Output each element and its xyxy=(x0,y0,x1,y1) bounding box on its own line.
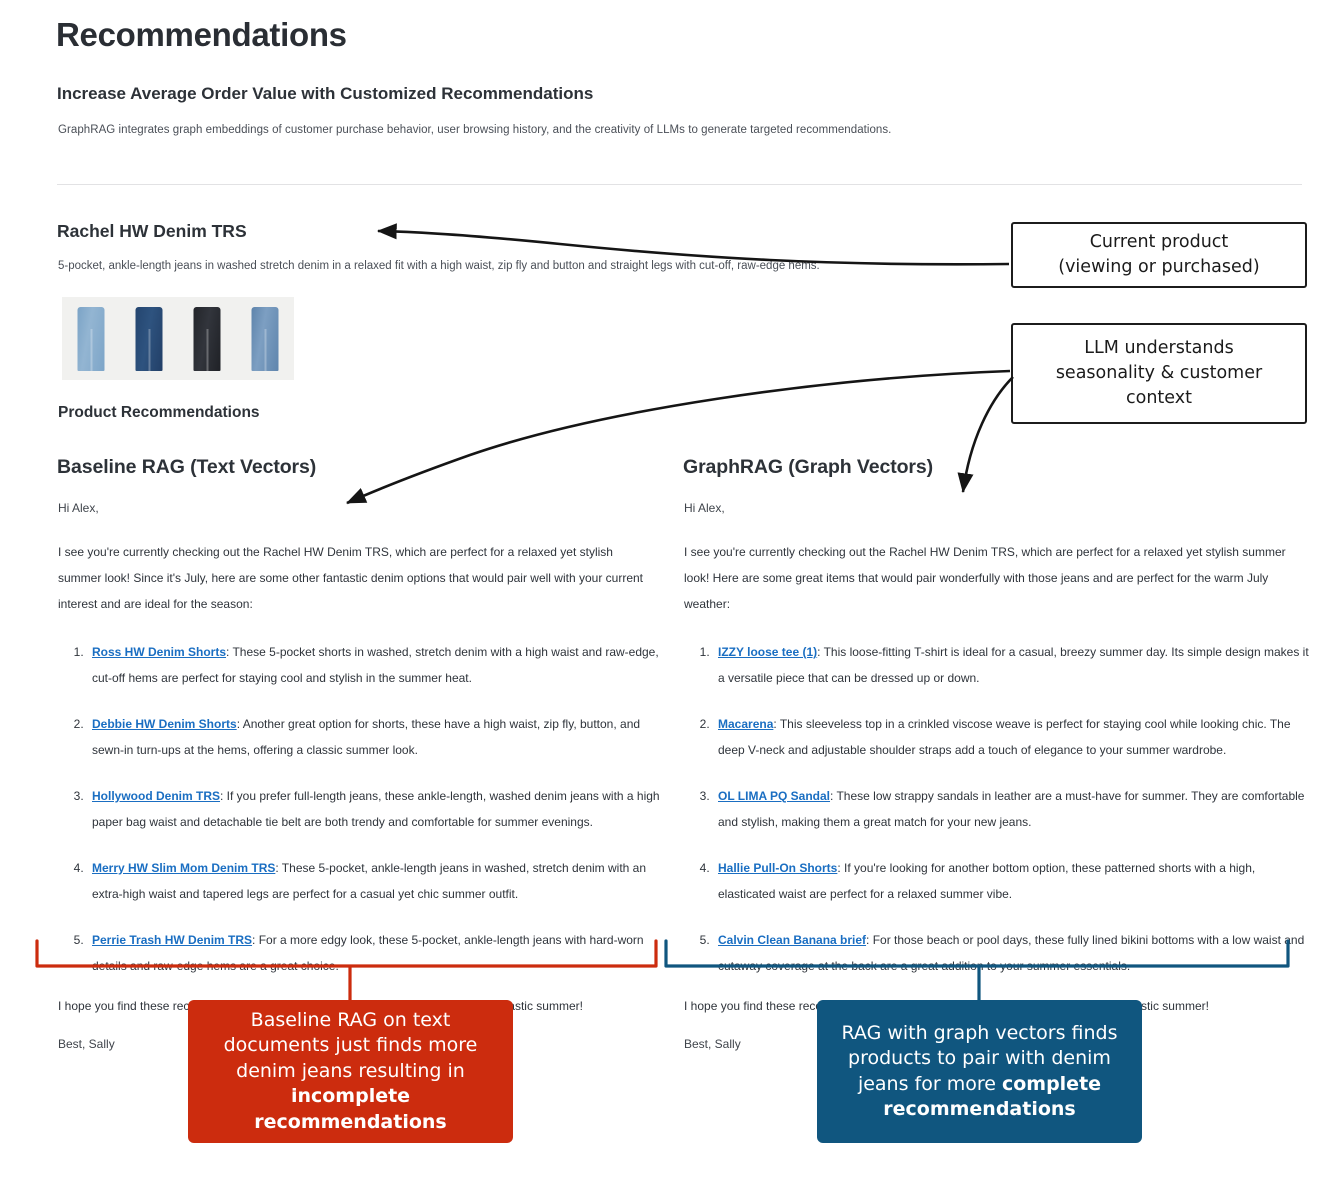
graphrag-salutation: Hi Alex, xyxy=(684,501,725,515)
baseline-salutation: Hi Alex, xyxy=(58,501,99,515)
product-thumbnail-1[interactable] xyxy=(62,297,120,380)
page-title: Recommendations xyxy=(56,16,347,53)
section-divider xyxy=(57,184,1302,185)
product-link[interactable]: Hallie Pull-On Shorts xyxy=(718,861,837,875)
list-item: Perrie Trash HW Denim TRS: For a more ed… xyxy=(87,927,672,979)
current-product-description: 5-pocket, ankle-length jeans in washed s… xyxy=(58,260,820,272)
baseline-intro-paragraph: I see you're currently checking out the … xyxy=(58,545,643,611)
product-thumbnail-3[interactable] xyxy=(178,297,236,380)
product-thumbnail-strip xyxy=(62,297,294,380)
list-item: Merry HW Slim Mom Denim TRS: These 5-poc… xyxy=(87,855,672,907)
product-blurb: : This sleeveless top in a crinkled visc… xyxy=(718,717,1291,757)
result-callout-graphrag: RAG with graph vectors finds products to… xyxy=(817,1000,1142,1143)
jeans-icon-medium-wash xyxy=(251,307,279,371)
graphrag-intro-paragraph: I see you're currently checking out the … xyxy=(684,545,1286,611)
callout-current-product: Current product (viewing or purchased) xyxy=(1011,222,1307,288)
list-item: Debbie HW Denim Shorts: Another great op… xyxy=(87,711,672,763)
result-emphasis-text: incomplete recommendations xyxy=(254,1085,447,1133)
baseline-recommendation-list: Ross HW Denim Shorts: These 5-pocket sho… xyxy=(57,639,665,979)
list-item: Calvin Clean Banana brief: For those bea… xyxy=(713,927,1311,979)
product-recommendations-label: Product Recommendations xyxy=(58,404,260,421)
current-product-title: Rachel HW Denim TRS xyxy=(57,221,247,241)
product-link[interactable]: Merry HW Slim Mom Denim TRS xyxy=(92,861,275,875)
product-link[interactable]: Macarena xyxy=(718,717,773,731)
list-item: Macarena: This sleeveless top in a crink… xyxy=(713,711,1311,763)
list-item: Hallie Pull-On Shorts: If you're looking… xyxy=(713,855,1311,907)
product-link[interactable]: IZZY loose tee (1) xyxy=(718,645,817,659)
jeans-icon-black xyxy=(193,307,221,371)
product-link[interactable]: Calvin Clean Banana brief xyxy=(718,933,866,947)
graphrag-column: GraphRAG (Graph Vectors) Hi Alex, I see … xyxy=(683,456,1309,1051)
callout-llm-context: LLM understands seasonality & customer c… xyxy=(1011,323,1307,424)
intro-paragraph: GraphRAG integrates graph embeddings of … xyxy=(58,124,892,136)
list-item: IZZY loose tee (1): This loose-fitting T… xyxy=(713,639,1311,691)
product-link[interactable]: Debbie HW Denim Shorts xyxy=(92,717,237,731)
jeans-icon-dark-indigo xyxy=(135,307,163,371)
list-item: Ross HW Denim Shorts: These 5-pocket sho… xyxy=(87,639,672,691)
page-subtitle: Increase Average Order Value with Custom… xyxy=(57,84,594,103)
product-thumbnail-2[interactable] xyxy=(120,297,178,380)
product-link[interactable]: Ross HW Denim Shorts xyxy=(92,645,226,659)
baseline-rag-column: Baseline RAG (Text Vectors) Hi Alex, I s… xyxy=(57,456,665,1051)
graphrag-recommendation-list: IZZY loose tee (1): This loose-fitting T… xyxy=(683,639,1309,979)
graphrag-heading: GraphRAG (Graph Vectors) xyxy=(683,456,934,478)
product-thumbnail-4[interactable] xyxy=(236,297,294,380)
baseline-rag-heading: Baseline RAG (Text Vectors) xyxy=(57,456,317,478)
product-link[interactable]: Perrie Trash HW Denim TRS xyxy=(92,933,252,947)
list-item: Hollywood Denim TRS: If you prefer full-… xyxy=(87,783,672,835)
jeans-icon-light-wash xyxy=(77,307,105,371)
result-lead-text: Baseline RAG on text documents just find… xyxy=(223,1008,478,1082)
product-link[interactable]: Hollywood Denim TRS xyxy=(92,789,220,803)
list-item: OL LIMA PQ Sandal: These low strappy san… xyxy=(713,783,1311,835)
product-link[interactable]: OL LIMA PQ Sandal xyxy=(718,789,830,803)
result-callout-baseline: Baseline RAG on text documents just find… xyxy=(188,1000,513,1143)
